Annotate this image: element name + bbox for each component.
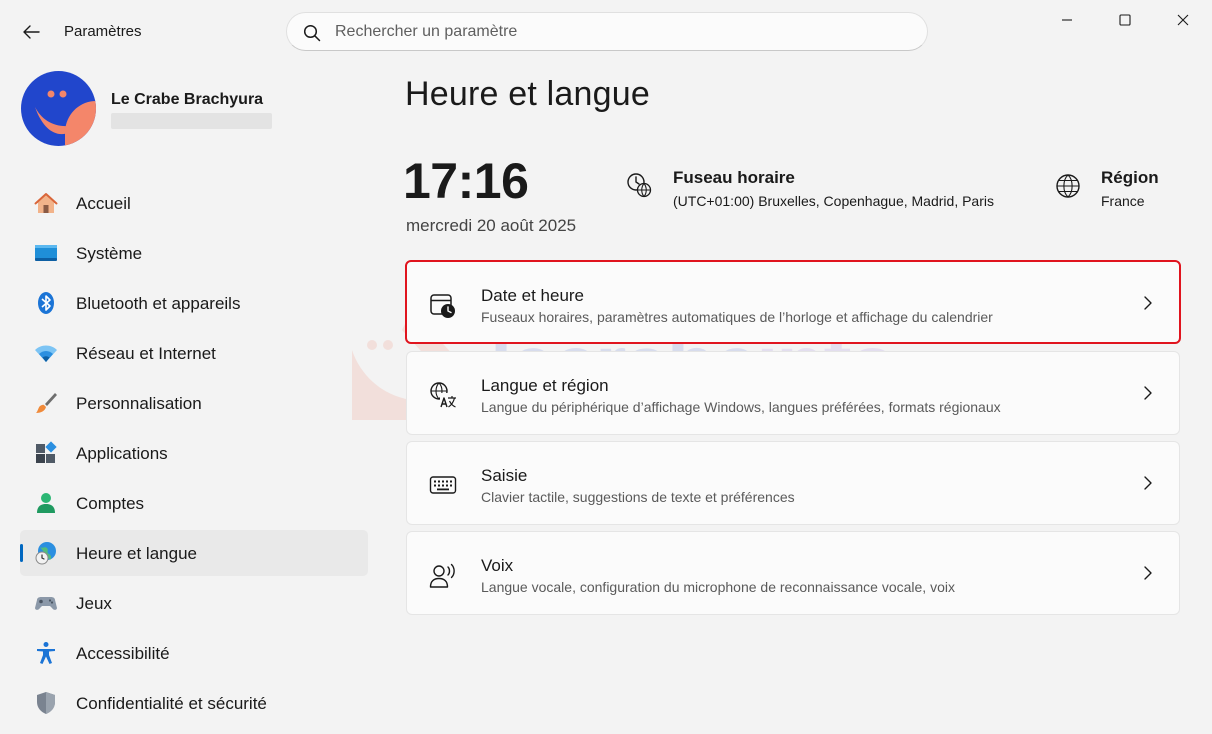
app-title: Paramètres (64, 23, 142, 40)
profile-email-redacted (111, 113, 272, 129)
back-arrow-icon (23, 25, 40, 39)
clock-date: mercredi 20 août 2025 (406, 216, 577, 235)
sidebar-item-label: Personnalisation (76, 394, 202, 413)
card-subtitle: Langue du périphérique d’affichage Windo… (481, 399, 1001, 415)
sidebar-item-label: Applications (76, 444, 168, 463)
globe-clock-icon (34, 541, 58, 565)
clock-time: 17:16 (403, 153, 529, 209)
chevron-right-icon (1144, 476, 1152, 490)
maximize-button[interactable] (1096, 0, 1154, 40)
sidebar-item-label: Confidentialité et sécurité (76, 694, 267, 713)
card-title: Langue et région (481, 376, 609, 395)
sidebar-item-label: Accessibilité (76, 644, 170, 663)
minimize-button[interactable] (1038, 0, 1096, 40)
card-title: Saisie (481, 466, 528, 485)
card-langue-region[interactable]: Langue et région Langue du périphérique … (406, 351, 1180, 435)
globe-icon (1056, 174, 1080, 198)
title-bar: Paramètres (0, 0, 1212, 62)
sidebar-item-label: Comptes (76, 494, 145, 513)
maximize-icon (1119, 14, 1131, 26)
sidebar-item-label: Bluetooth et appareils (76, 294, 241, 313)
sidebar-item-jeux[interactable]: Jeux (20, 580, 368, 626)
sidebar-item-label: Système (76, 244, 143, 263)
minimize-icon (1062, 19, 1072, 21)
search-input[interactable] (335, 13, 915, 50)
sidebar-item-confidentialite[interactable]: Confidentialité et sécurité (20, 680, 368, 726)
page-title: Heure et langue (405, 75, 650, 113)
calendar-clock-icon (430, 294, 455, 318)
back-button[interactable] (14, 18, 48, 46)
card-date-heure[interactable]: Date et heure Fuseaux horaires, paramètr… (405, 260, 1181, 344)
sidebar-item-accessibilite[interactable]: Accessibilité (20, 630, 368, 676)
sidebar-item-comptes[interactable]: Comptes (20, 480, 368, 526)
sidebar-item-reseau[interactable]: Réseau et Internet (20, 330, 368, 376)
close-icon (1177, 14, 1189, 26)
region-title: Région (1101, 168, 1159, 187)
gamepad-icon (34, 591, 58, 615)
sidebar-item-bluetooth[interactable]: Bluetooth et appareils (20, 280, 368, 326)
card-title: Voix (481, 556, 514, 575)
sidebar-item-label: Jeux (76, 594, 112, 613)
monitor-icon (34, 241, 58, 265)
paintbrush-icon (34, 391, 58, 415)
chevron-right-icon (1144, 386, 1152, 400)
sidebar-item-label: Accueil (76, 194, 131, 213)
timezone-value: (UTC+01:00) Bruxelles, Copenhague, Madri… (673, 193, 994, 209)
wifi-icon (34, 341, 58, 365)
sidebar-item-personnalisation[interactable]: Personnalisation (20, 380, 368, 426)
bluetooth-icon (34, 291, 58, 315)
timezone-icon (627, 173, 652, 198)
timezone-title: Fuseau horaire (673, 168, 795, 187)
card-title: Date et heure (481, 286, 585, 305)
search-box[interactable] (286, 12, 928, 51)
profile-name: Le Crabe Brachyura (111, 91, 264, 108)
sidebar-nav: Accueil Système Bluetooth et appareils R… (20, 180, 368, 730)
sidebar-item-accueil[interactable]: Accueil (20, 180, 368, 226)
sidebar-item-systeme[interactable]: Système (20, 230, 368, 276)
close-button[interactable] (1154, 0, 1212, 40)
card-voix[interactable]: Voix Langue vocale, configuration du mic… (406, 531, 1180, 615)
chevron-right-icon (1144, 296, 1152, 310)
keyboard-icon (429, 476, 457, 494)
person-icon (34, 491, 58, 515)
card-subtitle: Langue vocale, configuration du micropho… (481, 579, 955, 595)
card-subtitle: Fuseaux horaires, paramètres automatique… (481, 309, 993, 325)
shield-icon (34, 691, 58, 715)
card-subtitle: Clavier tactile, suggestions de texte et… (481, 489, 795, 505)
speech-icon (429, 563, 455, 588)
chevron-right-icon (1144, 566, 1152, 580)
sidebar-item-label: Réseau et Internet (76, 344, 216, 363)
avatar[interactable] (21, 71, 96, 146)
sidebar-item-label: Heure et langue (76, 544, 197, 563)
accessibility-icon (34, 641, 58, 665)
avatar-image (21, 71, 96, 146)
sidebar-item-applications[interactable]: Applications (20, 430, 368, 476)
search-icon (303, 24, 321, 42)
region-value: France (1101, 193, 1145, 209)
apps-icon (34, 441, 58, 465)
home-icon (34, 191, 58, 215)
language-icon (430, 382, 456, 408)
sidebar-item-heure-langue[interactable]: Heure et langue (20, 530, 368, 576)
card-saisie[interactable]: Saisie Clavier tactile, suggestions de t… (406, 441, 1180, 525)
